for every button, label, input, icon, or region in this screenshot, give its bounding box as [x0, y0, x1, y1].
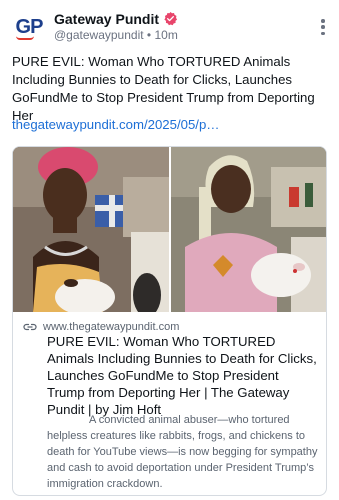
link-preview-card[interactable]: www.thegatewaypundit.com PURE EVIL: Woma… [12, 146, 327, 496]
woman-with-rabbit-illustration [13, 147, 169, 312]
more-dot [321, 25, 325, 29]
post-text: PURE EVIL: Woman Who TORTURED Animals In… [12, 54, 315, 123]
card-description: A convicted animal abuser—who tortured h… [47, 414, 318, 490]
card-media[interactable] [13, 147, 326, 312]
card-link-meta: www.thegatewaypundit.com [23, 321, 179, 333]
more-vertical-icon[interactable] [316, 16, 330, 38]
author-handle[interactable]: @gatewaypundit [54, 28, 144, 42]
post-link[interactable]: thegatewaypundit.com/2025/05/p… [12, 116, 330, 134]
post-header: GP Gateway Pundit @gatewaypundit • 10m [12, 10, 330, 46]
card-image-right [169, 147, 326, 312]
card-domain: www.thegatewaypundit.com [43, 321, 180, 333]
avatar-swoosh [16, 36, 34, 40]
avatar[interactable]: GP [12, 10, 46, 44]
card-image-left [13, 147, 169, 312]
woman-with-white-rabbit-illustration [171, 147, 326, 312]
author-name-line: Gateway Pundit [54, 10, 178, 27]
meta-separator: • [146, 28, 152, 42]
link-icon [23, 323, 37, 331]
post-time[interactable]: 10m [154, 28, 177, 42]
author-handle-line: @gatewaypundit • 10m [54, 28, 178, 42]
author-display-name[interactable]: Gateway Pundit [54, 11, 159, 27]
more-dot [321, 31, 325, 35]
more-dot [321, 19, 325, 23]
card-title[interactable]: PURE EVIL: Woman Who TORTURED Animals In… [47, 333, 317, 418]
verified-badge-icon [164, 11, 178, 26]
